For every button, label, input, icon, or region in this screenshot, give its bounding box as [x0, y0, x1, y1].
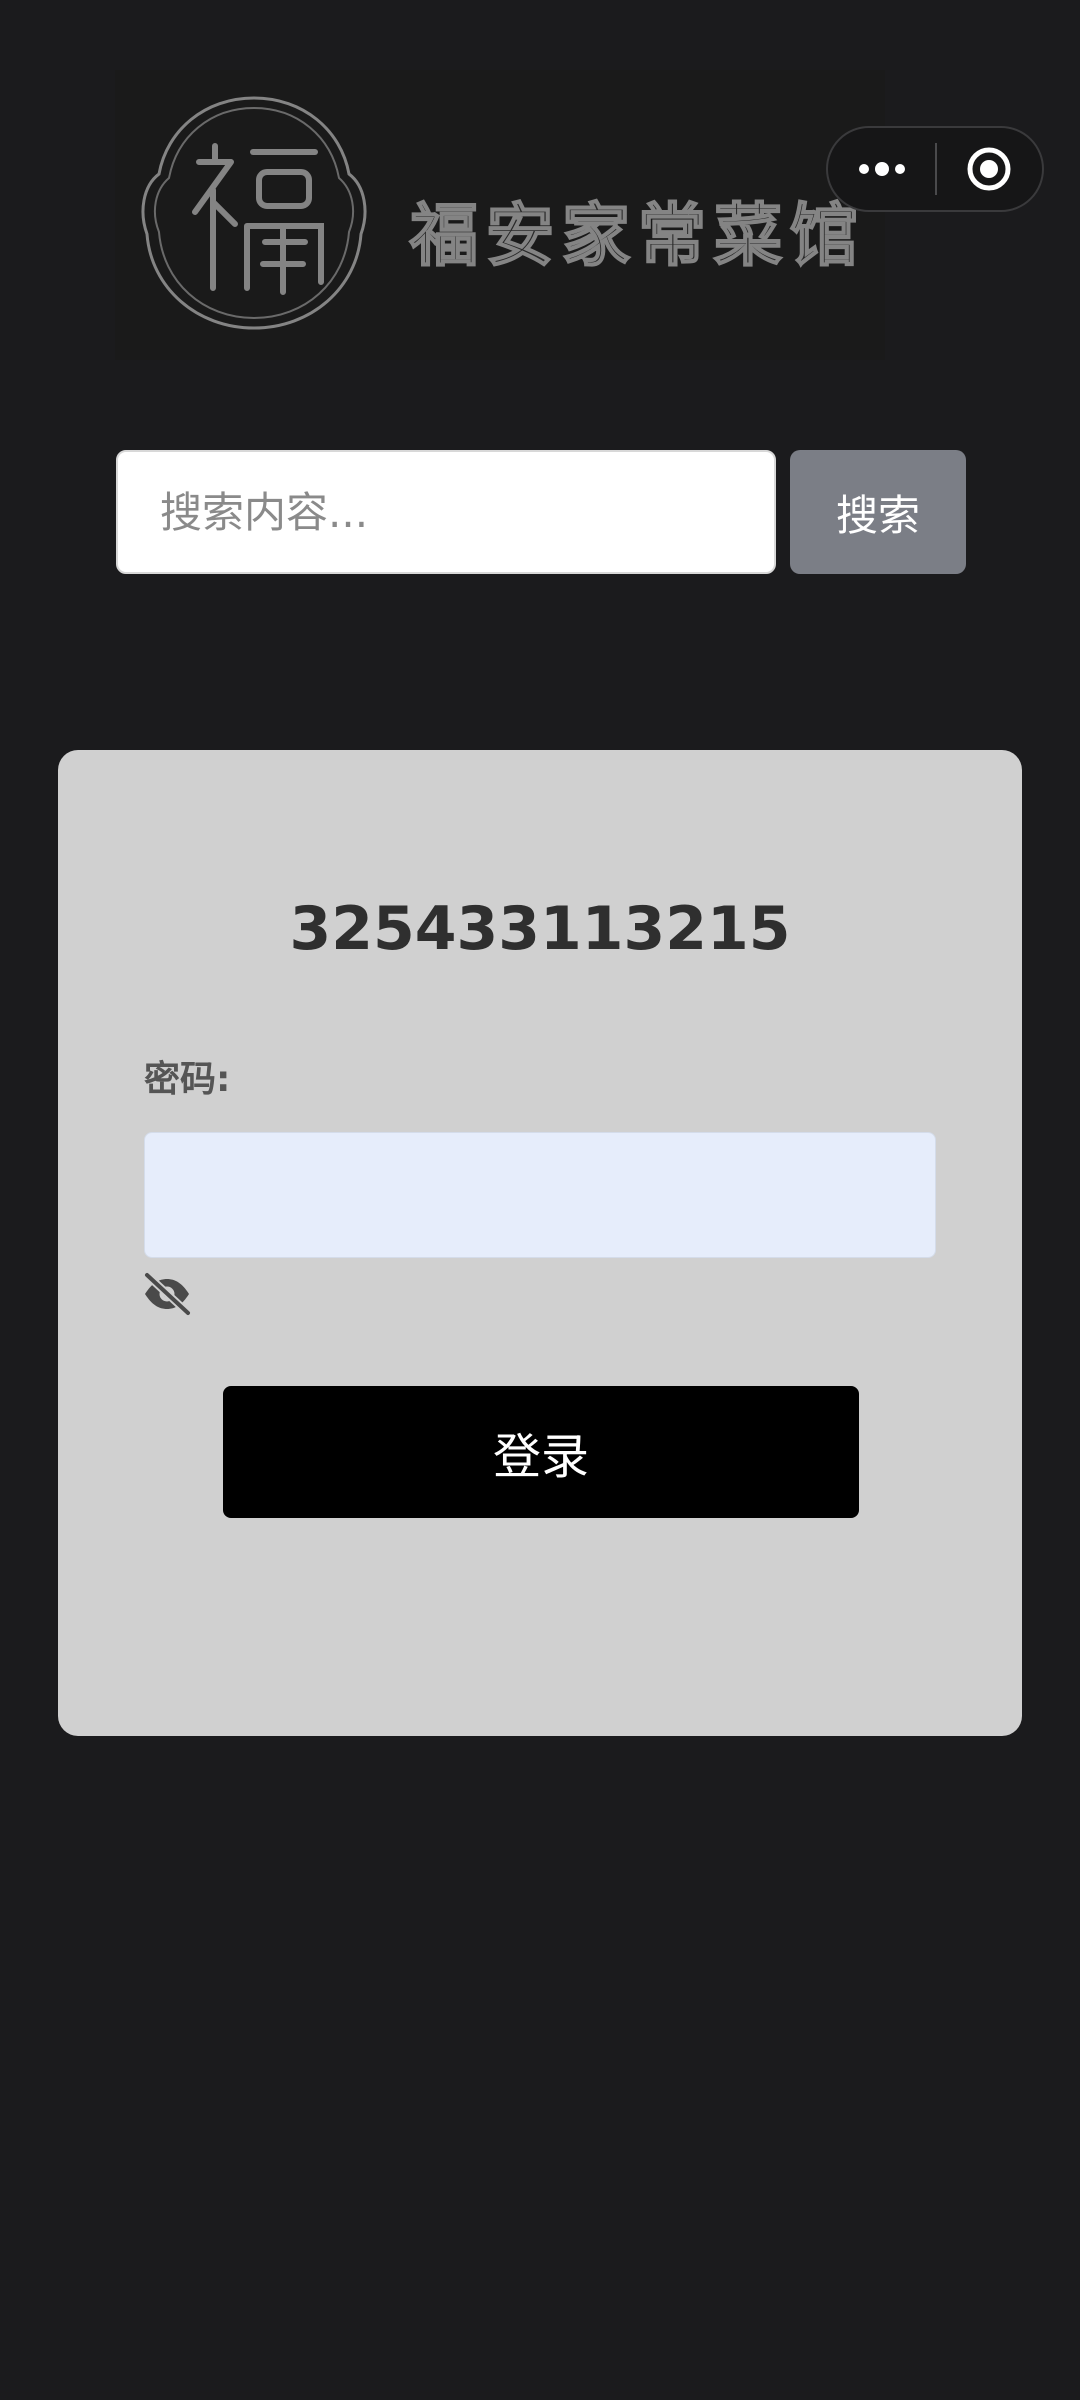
target-circle-icon: [967, 147, 1011, 191]
more-button[interactable]: [828, 128, 935, 210]
fu-emblem-icon: [141, 96, 367, 330]
restaurant-logo: 福安家常菜馆: [115, 70, 885, 360]
login-button[interactable]: 登录: [223, 1386, 859, 1518]
close-button[interactable]: [937, 128, 1042, 210]
more-dots-icon: [858, 162, 905, 176]
search-input[interactable]: [116, 450, 776, 574]
password-field[interactable]: [144, 1132, 936, 1258]
page: 福安家常菜馆 搜索 325433113215 密码:: [0, 0, 1080, 2400]
eye-slash-icon[interactable]: [142, 1272, 192, 1316]
search-button[interactable]: 搜索: [790, 450, 966, 574]
login-card: 325433113215 密码: 登录: [58, 750, 1022, 1736]
restaurant-name: 福安家常菜馆: [409, 196, 867, 277]
account-number: 325433113215: [289, 894, 791, 964]
password-label: 密码:: [144, 1059, 231, 1100]
mini-program-capsule: [826, 126, 1044, 212]
